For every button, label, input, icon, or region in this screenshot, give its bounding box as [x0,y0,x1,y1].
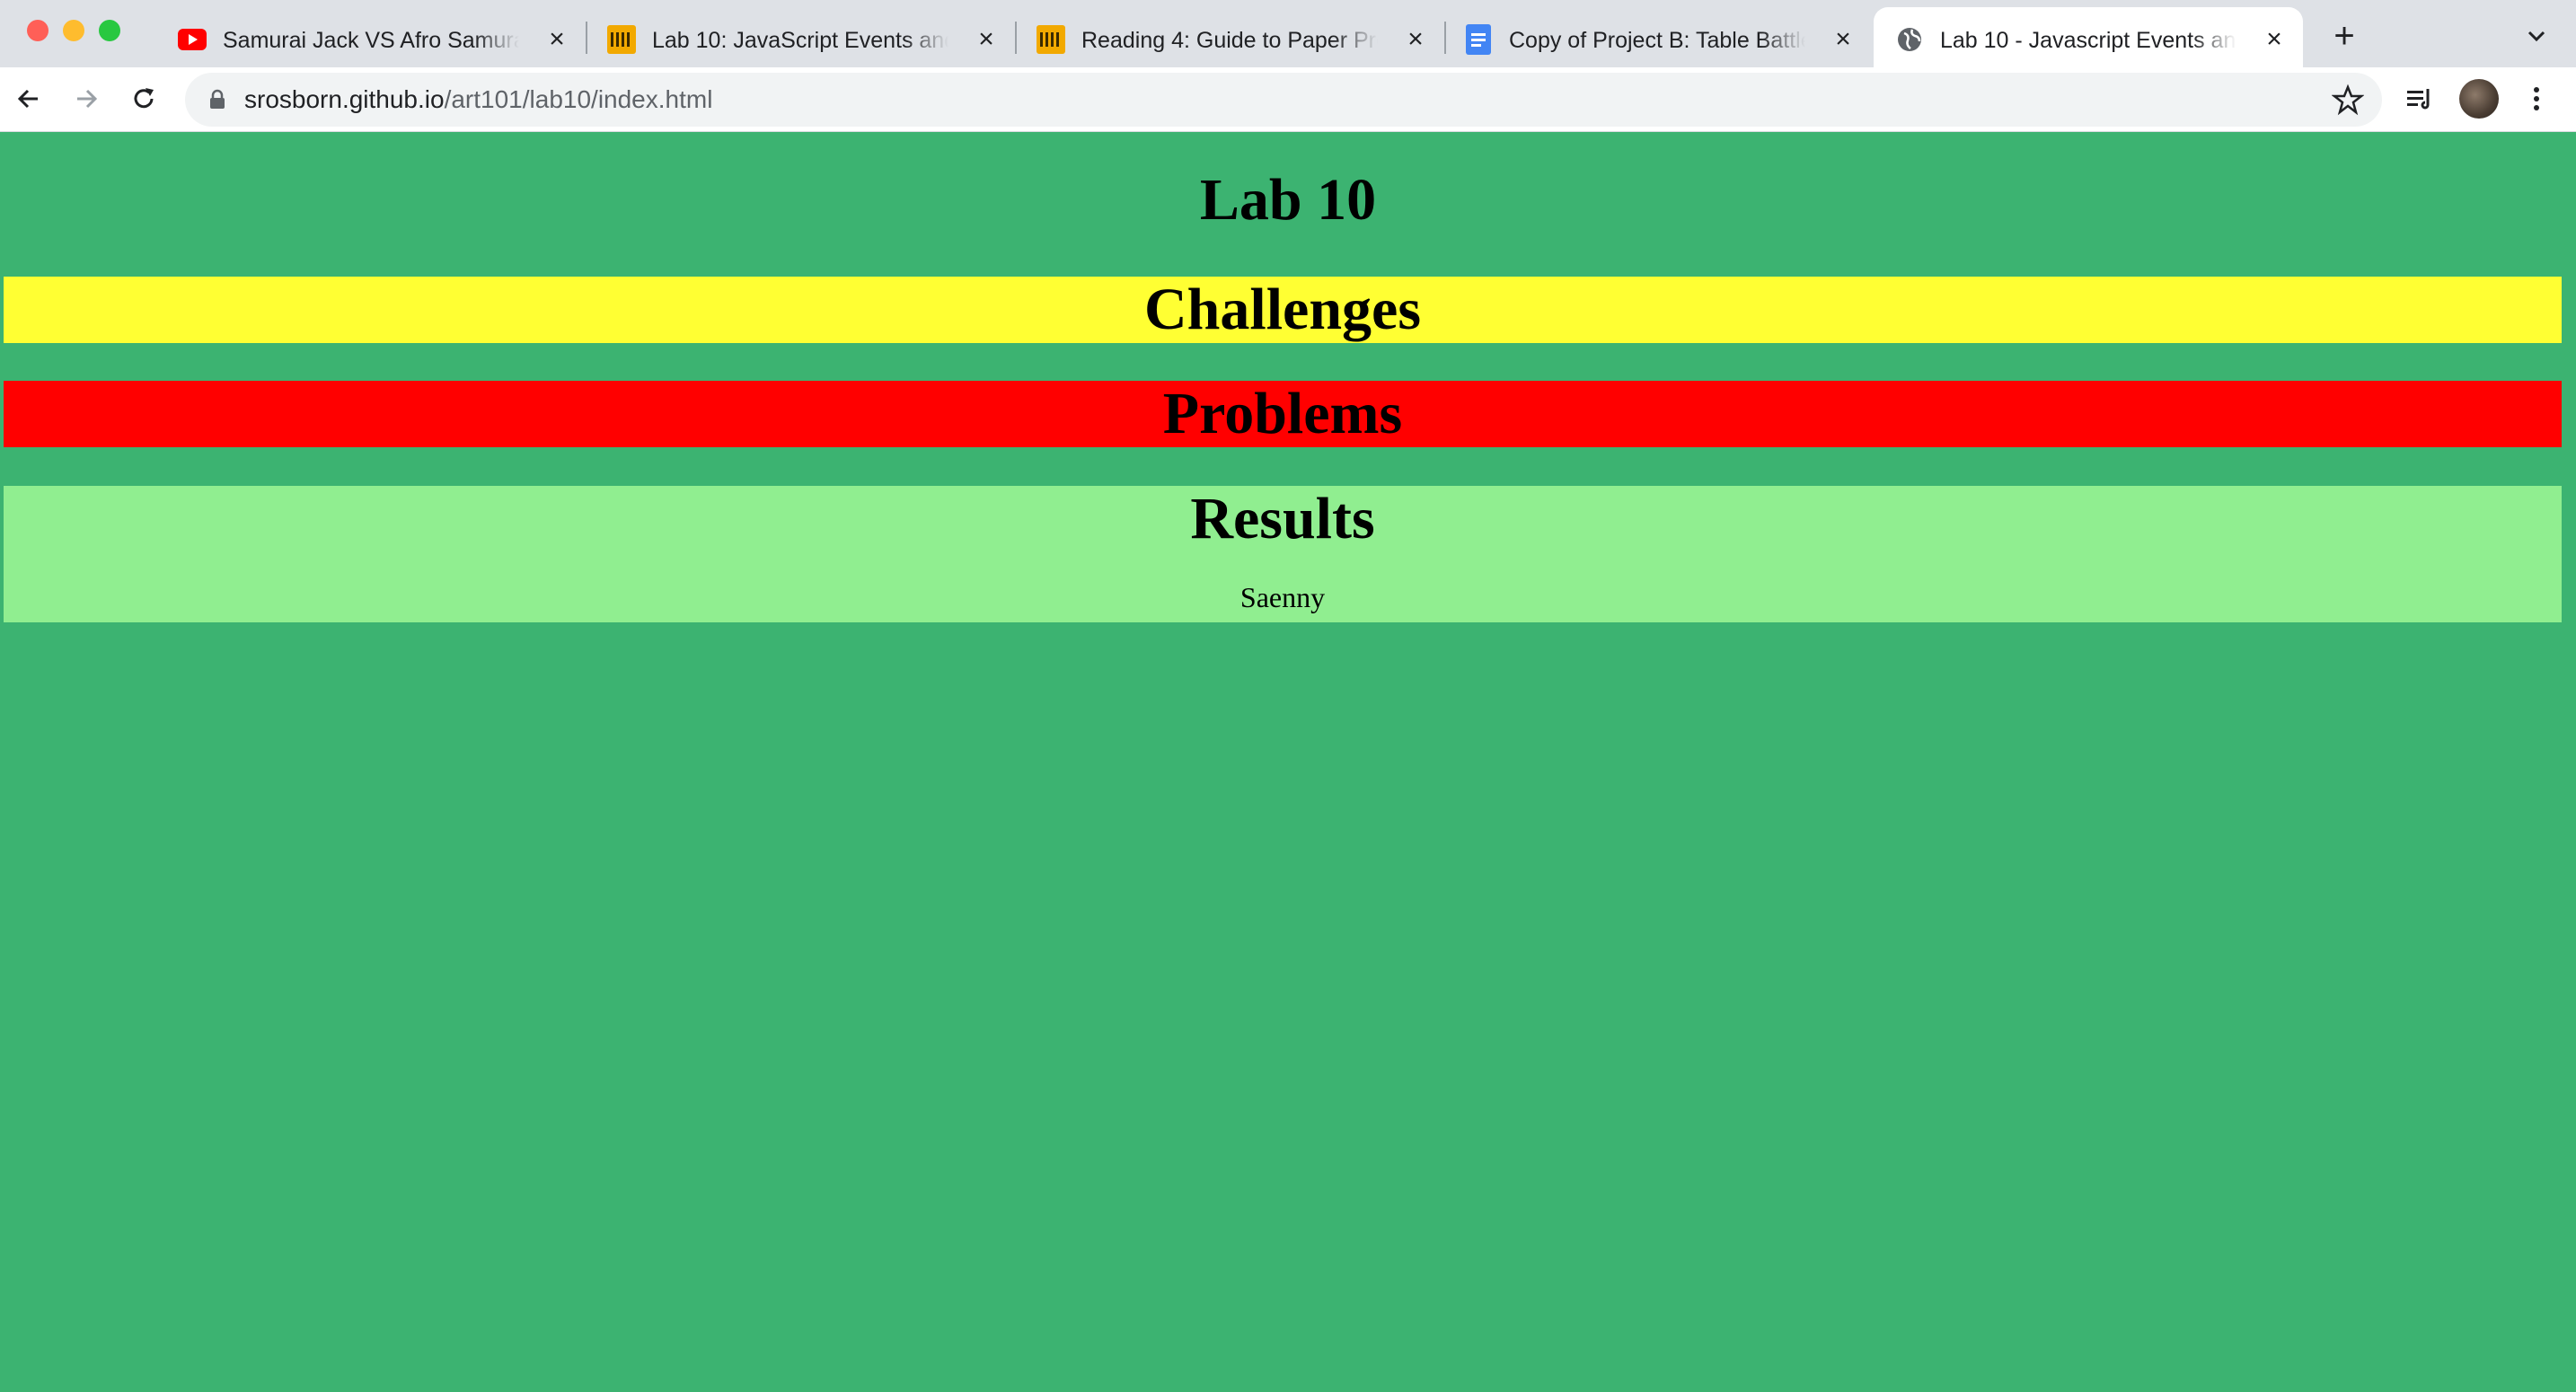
tab-reading-4[interactable]: Reading 4: Guide to Paper Prot × [1037,7,1432,67]
tab-title: Lab 10 - Javascript Events and [1940,28,2236,53]
tab-title: Lab 10: JavaScript Events and [652,28,948,53]
browser-menu-button[interactable] [2519,81,2554,117]
page-title: Lab 10 [1199,167,1377,233]
tab-close-icon[interactable]: × [972,25,1001,54]
chevron-down-icon [2527,31,2545,42]
tab-close-icon[interactable]: × [543,25,571,54]
window-maximize-button[interactable] [99,20,120,41]
problems-heading: Problems [1162,381,1403,446]
tab-close-icon[interactable]: × [1401,25,1430,54]
bookmark-star-icon[interactable] [2332,84,2364,116]
globe-icon [1895,25,1924,54]
challenges-heading: Challenges [1143,277,1422,342]
results-section: Results Saenny [4,486,2562,622]
lock-icon [210,89,225,109]
tab-lab10-canvas[interactable]: Lab 10: JavaScript Events and × [607,7,1002,67]
media-queue-icon [2407,89,2430,110]
google-docs-icon [1464,24,1493,55]
youtube-icon [178,25,207,54]
tab-title: Reading 4: Guide to Paper Prot [1081,28,1378,53]
challenges-section: Challenges [4,277,2562,343]
address-bar[interactable]: srosborn.github.io/art101/lab10/index.ht… [185,73,2382,127]
tab-strip: Samurai Jack VS Afro Samurai × Lab 10: J… [0,0,2576,67]
tab-samurai-jack[interactable]: Samurai Jack VS Afro Samurai × [178,7,573,67]
new-tab-button[interactable]: + [2326,18,2362,54]
results-heading: Results [1190,486,1375,551]
tab-project-b[interactable]: Copy of Project B: Table Battle × [1464,7,1859,67]
url-path: /art101/lab10/index.html [444,85,713,113]
ucsc-icon [607,25,636,54]
ucsc-icon [1037,25,1065,54]
problems-section: Problems [4,381,2562,447]
back-button[interactable] [11,81,47,117]
arrow-left-icon [17,89,38,109]
reading-list-button[interactable] [2402,81,2438,117]
page-viewport: Lab 10 Challenges Problems Results Saenn… [0,132,2576,1392]
results-output: Saenny [1239,581,1326,613]
tab-title: Copy of Project B: Table Battle [1509,28,1805,53]
profile-avatar[interactable] [2459,79,2499,119]
tab-separator [1444,22,1446,54]
forward-button[interactable] [68,81,104,117]
tab-separator [1015,22,1017,54]
url-host: srosborn.github.io [244,85,445,113]
window-minimize-button[interactable] [63,20,84,41]
browser-toolbar: srosborn.github.io/art101/lab10/index.ht… [0,67,2576,132]
tab-title: Samurai Jack VS Afro Samurai [223,28,519,53]
tab-separator [586,22,587,54]
tab-lab10-active[interactable]: Lab 10 - Javascript Events and × [1895,7,2290,67]
tab-search-button[interactable] [2520,20,2553,52]
window-close-button[interactable] [27,20,49,41]
tab-close-icon[interactable]: × [1829,25,1857,54]
reload-button[interactable] [126,81,162,117]
reload-icon [134,88,154,109]
browser-window: Samurai Jack VS Afro Samurai × Lab 10: J… [0,0,2576,1392]
url-text: srosborn.github.io/art101/lab10/index.ht… [244,73,712,127]
arrow-right-icon [77,89,98,109]
kebab-menu-icon [2534,87,2539,110]
tab-close-icon[interactable]: × [2260,25,2289,54]
